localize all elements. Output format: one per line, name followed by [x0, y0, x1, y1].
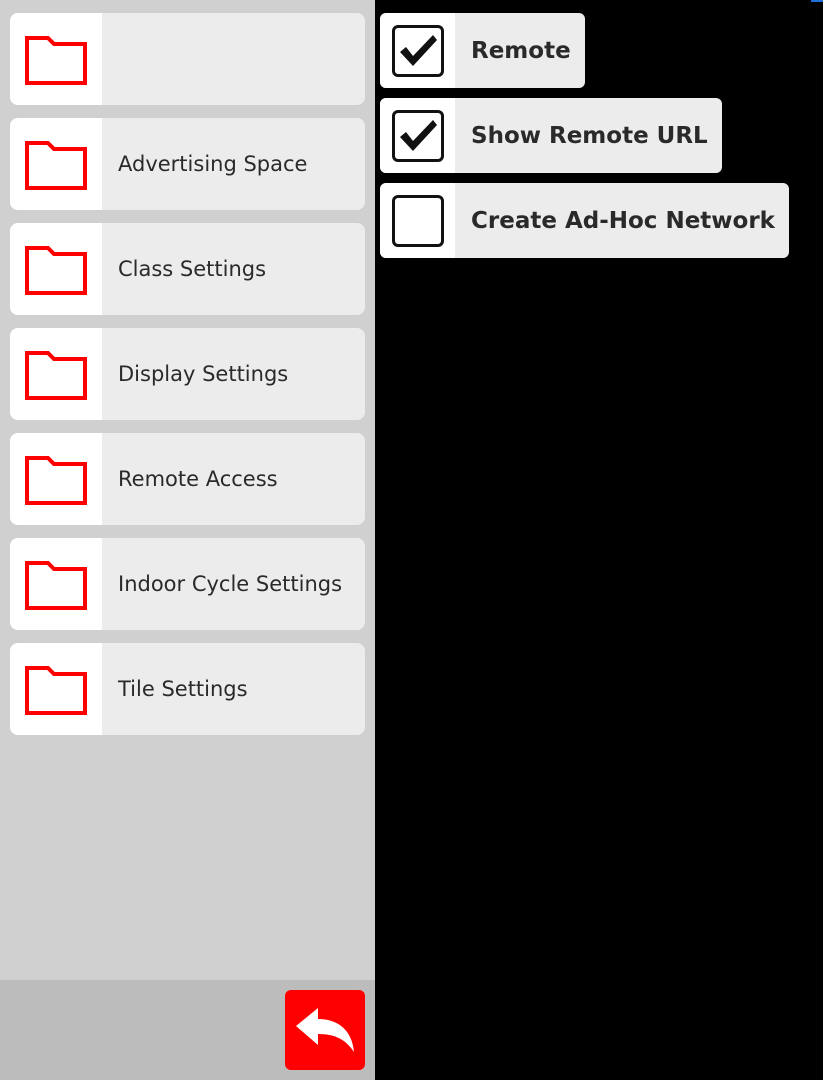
sidebar-item-indoor-cycle-settings[interactable]: Indoor Cycle Settings — [10, 538, 365, 630]
sidebar-item-label: Class Settings — [118, 257, 267, 281]
create-ad-hoc-network-checkbox[interactable] — [391, 194, 444, 247]
folder-icon — [10, 13, 102, 105]
sidebar-item-label: Display Settings — [118, 362, 289, 386]
folder-icon — [10, 538, 102, 630]
checkmark-icon — [399, 119, 437, 151]
sidebar-item-remote-access[interactable]: Remote Access — [10, 433, 365, 525]
settings-app: Advertising Space Class Settings Display… — [0, 0, 823, 1080]
sidebar-item-advertising-space[interactable]: Advertising Space — [10, 118, 365, 210]
sidebar-item-display-settings[interactable]: Display Settings — [10, 328, 365, 420]
sidebar-item-tile-settings[interactable]: Tile Settings — [10, 643, 365, 735]
back-button[interactable] — [285, 990, 365, 1070]
folder-icon — [10, 433, 102, 525]
sidebar-item-label: Indoor Cycle Settings — [118, 572, 343, 596]
sidebar-item-class-settings[interactable]: Class Settings — [10, 223, 365, 315]
checkbox-cell — [380, 183, 455, 258]
sidebar-item-label: Advertising Space — [118, 152, 308, 176]
show-remote-url-label: Show Remote URL — [471, 122, 708, 149]
folder-icon — [10, 223, 102, 315]
sidebar-item-label: Tile Settings — [118, 677, 248, 701]
show-remote-url-checkbox-option[interactable]: Show Remote URL — [380, 98, 722, 173]
sidebar-item-blank[interactable] — [10, 13, 365, 105]
folder-icon — [10, 643, 102, 735]
folder-icon — [10, 118, 102, 210]
sidebar-item-label: Remote Access — [118, 467, 278, 491]
remote-label: Remote — [471, 37, 571, 64]
folder-list: Advertising Space Class Settings Display… — [10, 13, 365, 748]
options-panel: Remote Show Remote URL Create Ad-Hoc Net… — [380, 13, 789, 268]
checkbox-cell — [380, 13, 455, 88]
create-ad-hoc-network-label: Create Ad-Hoc Network — [471, 207, 775, 234]
sidebar: Advertising Space Class Settings Display… — [0, 0, 375, 1080]
checkmark-icon — [399, 34, 437, 66]
remote-checkbox-option[interactable]: Remote — [380, 13, 585, 88]
back-arrow-icon — [296, 1008, 354, 1052]
folder-icon — [10, 328, 102, 420]
create-ad-hoc-network-checkbox-option[interactable]: Create Ad-Hoc Network — [380, 183, 789, 258]
corner-indicator — [811, 0, 823, 2]
remote-checkbox[interactable] — [391, 24, 444, 77]
bottom-bar — [0, 980, 375, 1080]
sidebar-item-label — [102, 13, 118, 105]
checkbox-cell — [380, 98, 455, 173]
show-remote-url-checkbox[interactable] — [391, 109, 444, 162]
